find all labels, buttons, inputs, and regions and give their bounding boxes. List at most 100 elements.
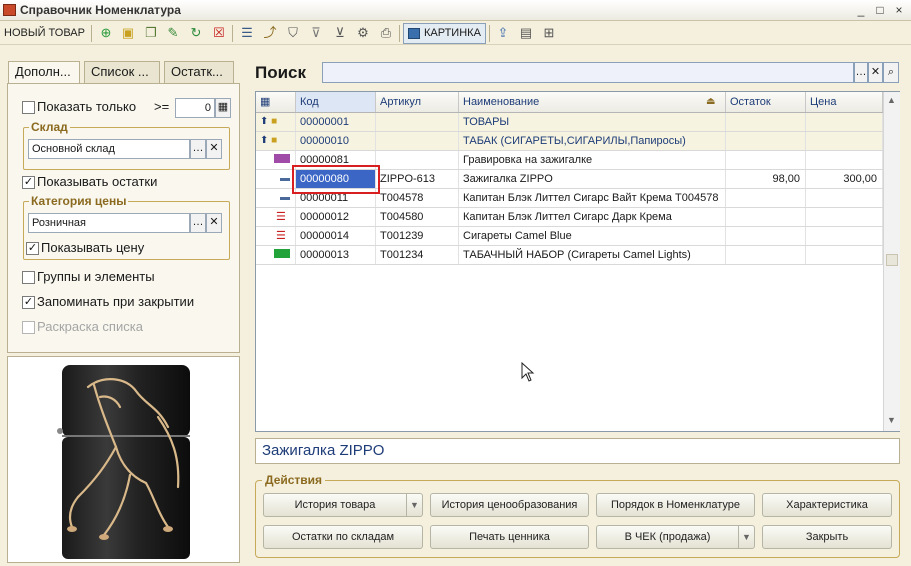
- column-selector-icon[interactable]: ▦: [256, 92, 296, 112]
- table-row[interactable]: ☰ 00000012 T004580 Капитан Блэк Литтел С…: [256, 208, 883, 227]
- search-select-button[interactable]: …: [854, 62, 868, 83]
- left-tabs: Дополн... Список ... Остатк...: [8, 61, 238, 84]
- add-to-receipt-label: В ЧЕК (продажа): [624, 531, 711, 543]
- table-header: ▦ Код Артикул Наименование ⏏ Остаток Цен…: [256, 92, 883, 113]
- hierarchy-icon[interactable]: ⤴: [260, 24, 280, 43]
- report-icon[interactable]: ▤: [516, 24, 536, 43]
- table-row[interactable]: ☰ 00000014 T001239 Сигареты Camel Blue: [256, 227, 883, 246]
- groups-label: Группы и элементы: [37, 269, 155, 284]
- picture-button[interactable]: КАРТИНКА: [403, 23, 486, 44]
- table-row[interactable]: ⬆ ■ 00000001 ТОВАРЫ: [256, 113, 883, 132]
- history-button-label: История товара: [294, 499, 376, 511]
- column-header-code[interactable]: Код: [296, 92, 376, 112]
- show-only-checkbox[interactable]: [22, 101, 35, 114]
- characteristic-button[interactable]: Характеристика: [762, 493, 892, 517]
- scroll-up-icon[interactable]: ▲: [887, 95, 896, 105]
- order-in-catalog-button[interactable]: Порядок в Номенклатуре: [596, 493, 755, 517]
- cell-stock: [726, 189, 806, 207]
- cell-stock: [726, 227, 806, 245]
- maximize-button[interactable]: □: [872, 3, 888, 17]
- move-up-icon[interactable]: ⇪: [493, 24, 513, 43]
- price-category-select-button[interactable]: …: [190, 213, 206, 233]
- warehouse-title: Склад: [29, 120, 70, 134]
- print-icon[interactable]: ⎙: [376, 24, 396, 43]
- cell-name: Зажигалка ZIPPO: [459, 170, 726, 188]
- show-stock-checkbox[interactable]: ✓: [22, 176, 35, 189]
- close-button[interactable]: Закрыть: [762, 525, 892, 549]
- groups-checkbox[interactable]: [22, 271, 35, 284]
- add-to-receipt-button[interactable]: В ЧЕК (продажа) ▼: [596, 525, 755, 549]
- add-folder-icon[interactable]: ▣: [118, 24, 138, 43]
- print-price-tag-button[interactable]: Печать ценника: [430, 525, 589, 549]
- list-item-icon: ☰: [256, 208, 296, 226]
- cell-article: [376, 132, 459, 150]
- calculator-icon[interactable]: ▦: [215, 98, 231, 118]
- cell-name: Гравировка на зажигалке: [459, 151, 726, 169]
- cell-article: [376, 113, 459, 131]
- cell-price: 300,00: [806, 170, 883, 188]
- search-clear-icon[interactable]: ✕: [868, 62, 883, 83]
- title-bar: Справочник Номенклатура _ □ ×: [0, 0, 911, 21]
- warehouse-select-button[interactable]: …: [190, 139, 206, 159]
- coloring-label: Раскраска списка: [37, 319, 143, 334]
- table-row[interactable]: ⬆ ■ 00000010 ТАБАК (СИГАРЕТЫ,СИГАРИЛЫ,Па…: [256, 132, 883, 151]
- column-header-price[interactable]: Цена: [806, 92, 883, 112]
- table-row[interactable]: 00000013 T001234 ТАБАЧНЫЙ НАБОР (Сигарет…: [256, 246, 883, 265]
- tab-stock[interactable]: Остатк...: [164, 61, 234, 83]
- remember-checkbox[interactable]: ✓: [22, 296, 35, 309]
- refresh-icon[interactable]: ↻: [186, 24, 206, 43]
- delete-icon[interactable]: ☒: [209, 24, 229, 43]
- product-image: [57, 365, 190, 559]
- settings-icon[interactable]: ⚙: [353, 24, 373, 43]
- new-item-button[interactable]: НОВЫЙ ТОВАР: [4, 24, 85, 43]
- pricing-history-button[interactable]: История ценообразования: [430, 493, 589, 517]
- add-icon[interactable]: ⊕: [96, 24, 116, 43]
- search-icon[interactable]: ⌕: [883, 62, 899, 83]
- toolbar-separator: [399, 25, 400, 42]
- edit-icon[interactable]: ✎: [163, 24, 183, 43]
- actions-title: Действия: [262, 473, 326, 487]
- search-input[interactable]: [322, 62, 854, 83]
- show-only-label: Показать только: [37, 99, 137, 114]
- chevron-down-icon[interactable]: ▼: [738, 526, 754, 548]
- show-price-checkbox[interactable]: ✓: [26, 242, 39, 255]
- show-only-value-input[interactable]: 0: [175, 98, 215, 118]
- price-category-clear-icon[interactable]: ✕: [206, 213, 222, 233]
- folder-icon: ⬆ ■: [256, 132, 296, 150]
- column-header-name[interactable]: Наименование: [459, 92, 726, 112]
- vertical-scrollbar[interactable]: ▲ ▼: [883, 92, 900, 431]
- cell-price: [806, 132, 883, 150]
- tab-list[interactable]: Список ...: [84, 61, 160, 83]
- column-header-stock[interactable]: Остаток: [726, 92, 806, 112]
- price-category-field[interactable]: Розничная: [28, 213, 190, 233]
- close-window-button[interactable]: ×: [891, 3, 907, 17]
- warehouse-clear-icon[interactable]: ✕: [206, 139, 222, 159]
- minimize-button[interactable]: _: [853, 3, 869, 17]
- cell-article: T001239: [376, 227, 459, 245]
- folder-icon: ⬆ ■: [256, 113, 296, 131]
- items-table: ▦ Код Артикул Наименование ⏏ Остаток Цен…: [255, 91, 900, 432]
- cell-article: T004580: [376, 208, 459, 226]
- item-description: Зажигалка ZIPPO: [255, 438, 900, 464]
- stock-by-warehouse-button[interactable]: Остатки по складам: [263, 525, 423, 549]
- cell-price: [806, 189, 883, 207]
- copy-icon[interactable]: ❐: [141, 24, 161, 43]
- cell-article: T001234: [376, 246, 459, 264]
- scroll-down-icon[interactable]: ▼: [887, 415, 896, 425]
- toolbar-separator: [232, 25, 233, 42]
- coloring-checkbox[interactable]: [22, 321, 35, 334]
- clear-filter-icon[interactable]: ⊽: [306, 24, 326, 43]
- highlight-box: [292, 165, 380, 194]
- structure-icon[interactable]: ⊞: [539, 24, 559, 43]
- warehouse-field[interactable]: Основной склад: [28, 139, 190, 159]
- tree-view-icon[interactable]: ☰: [237, 24, 257, 43]
- cell-name: ТАБАЧНЫЙ НАБОР (Сигареты Camel Lights): [459, 246, 726, 264]
- tab-additional[interactable]: Дополн...: [8, 61, 80, 84]
- history-button[interactable]: История товара ▼: [263, 493, 423, 517]
- filter-list-icon[interactable]: ⊻: [330, 24, 350, 43]
- filter-icon[interactable]: ⛉: [283, 24, 303, 43]
- cell-price: [806, 208, 883, 226]
- scroll-thumb[interactable]: [886, 254, 898, 266]
- column-header-article[interactable]: Артикул: [376, 92, 459, 112]
- chevron-down-icon[interactable]: ▼: [406, 494, 422, 516]
